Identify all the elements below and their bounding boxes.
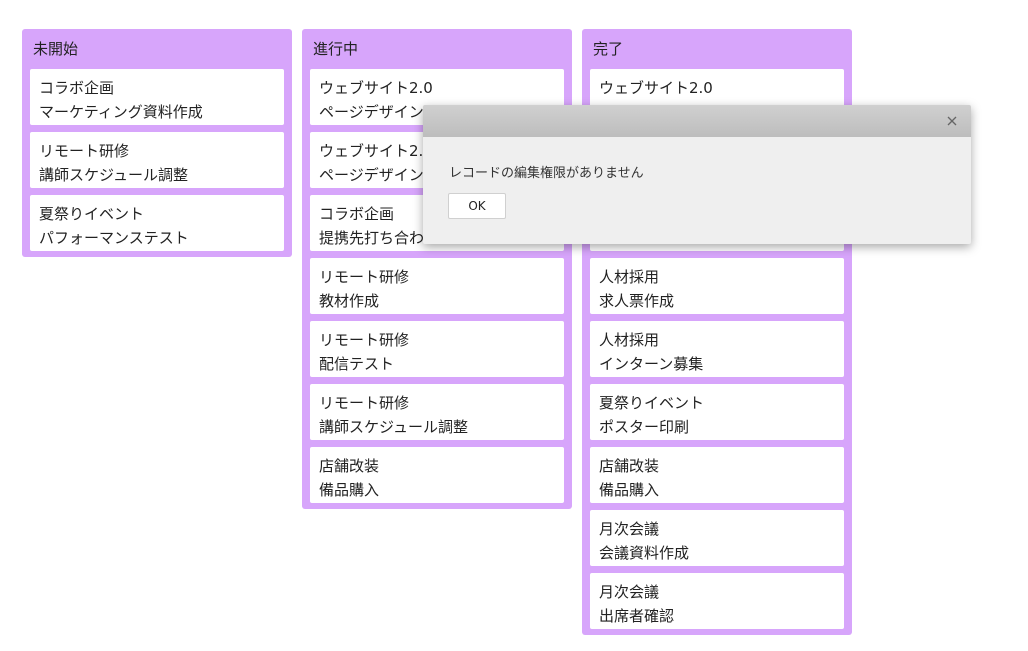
column-title: 進行中 <box>313 40 359 58</box>
card-project: 月次会議 <box>599 583 660 601</box>
card[interactable]: リモート研修 教材作成 <box>310 258 564 314</box>
column-title: 完了 <box>593 40 624 58</box>
card-project: リモート研修 <box>319 268 410 286</box>
card[interactable]: コラボ企画 マーケティング資料作成 <box>30 69 284 125</box>
card-project: 人材採用 <box>599 331 660 349</box>
card[interactable]: 人材採用 インターン募集 <box>590 321 844 377</box>
column-in-progress: 進行中 ウェブサイト2.0 ページデザイン ウェブサイト2.0 ページデザイン … <box>302 29 572 509</box>
card[interactable]: リモート研修 講師スケジュール調整 <box>310 384 564 440</box>
card-project: リモート研修 <box>39 142 130 160</box>
alert-dialog: レコードの編集権限がありません OK <box>423 105 971 244</box>
card-task: 教材作成 <box>319 292 380 310</box>
dialog-message: レコードの編集権限がありません <box>449 166 644 181</box>
card-project: コラボ企画 <box>39 79 115 97</box>
card-project: 月次会議 <box>599 520 660 538</box>
card-project: リモート研修 <box>319 331 410 349</box>
card[interactable]: 月次会議 会議資料作成 <box>590 510 844 566</box>
card-task: 備品購入 <box>319 481 380 499</box>
card-task: 会議資料作成 <box>599 544 690 562</box>
card[interactable]: 店舗改装 備品購入 <box>310 447 564 503</box>
card[interactable]: 月次会議 出席者確認 <box>590 573 844 629</box>
card[interactable]: リモート研修 講師スケジュール調整 <box>30 132 284 188</box>
card[interactable]: 夏祭りイベント ポスター印刷 <box>590 384 844 440</box>
card-task: 講師スケジュール調整 <box>39 166 188 184</box>
kanban-board: 未開始 コラボ企画 マーケティング資料作成 リモート研修 講師スケジュール調整 … <box>0 0 1028 651</box>
card-project: ウェブサイト2.0 <box>599 79 713 97</box>
close-icon[interactable] <box>943 112 961 130</box>
card-project: 店舗改装 <box>599 457 660 475</box>
column-not-started: 未開始 コラボ企画 マーケティング資料作成 リモート研修 講師スケジュール調整 … <box>22 29 292 257</box>
card-task: 備品購入 <box>599 481 660 499</box>
card-project: ウェブサイト2.0 <box>319 79 433 97</box>
ok-button[interactable]: OK <box>448 193 506 219</box>
card-task: 求人票作成 <box>599 292 675 310</box>
card[interactable]: 人材採用 求人票作成 <box>590 258 844 314</box>
card-task: パフォーマンステスト <box>39 229 189 247</box>
card-project: 店舗改装 <box>319 457 380 475</box>
card-task: マーケティング資料作成 <box>39 103 203 121</box>
card-task: 配信テスト <box>319 355 395 373</box>
card-task: ポスター印刷 <box>599 418 690 436</box>
card-project: 夏祭りイベント <box>39 205 145 223</box>
column-title: 未開始 <box>33 40 79 58</box>
card-task: 講師スケジュール調整 <box>319 418 468 436</box>
card[interactable]: リモート研修 配信テスト <box>310 321 564 377</box>
card-project: 夏祭りイベント <box>599 394 705 412</box>
card-project: リモート研修 <box>319 394 410 412</box>
card-task: インターン募集 <box>599 355 704 373</box>
card-project: 人材採用 <box>599 268 660 286</box>
dialog-titlebar[interactable] <box>423 105 971 137</box>
card[interactable]: 店舗改装 備品購入 <box>590 447 844 503</box>
card-task: 出席者確認 <box>599 607 675 625</box>
card[interactable]: 夏祭りイベント パフォーマンステスト <box>30 195 284 251</box>
